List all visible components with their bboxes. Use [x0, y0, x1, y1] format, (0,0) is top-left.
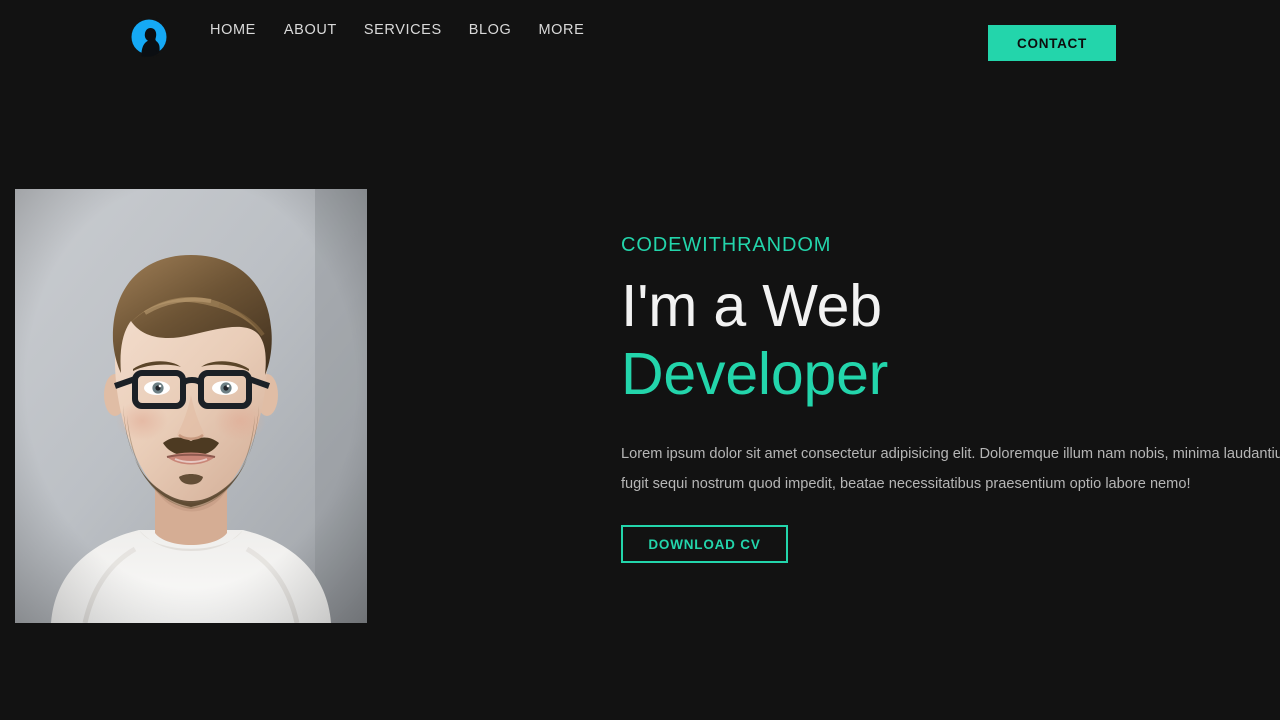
hero-copy: CODEWITHRANDOM I'm a Web Developer Lorem… — [621, 232, 1280, 564]
headline-line-2: Developer — [621, 341, 889, 408]
hero-description: Lorem ipsum dolor sit amet consectetur a… — [621, 445, 1280, 493]
portrait-photo — [15, 189, 367, 623]
hero-eyebrow: CODEWITHRANDOM — [621, 234, 832, 256]
page-title: I'm a Web Developer — [621, 272, 1280, 409]
hero-section: CODEWITHRANDOM I'm a Web Developer Lorem… — [0, 0, 1280, 720]
download-cv-button[interactable]: DOWNLOAD CV — [621, 525, 788, 564]
headline-line-1: I'm a Web — [621, 273, 882, 339]
